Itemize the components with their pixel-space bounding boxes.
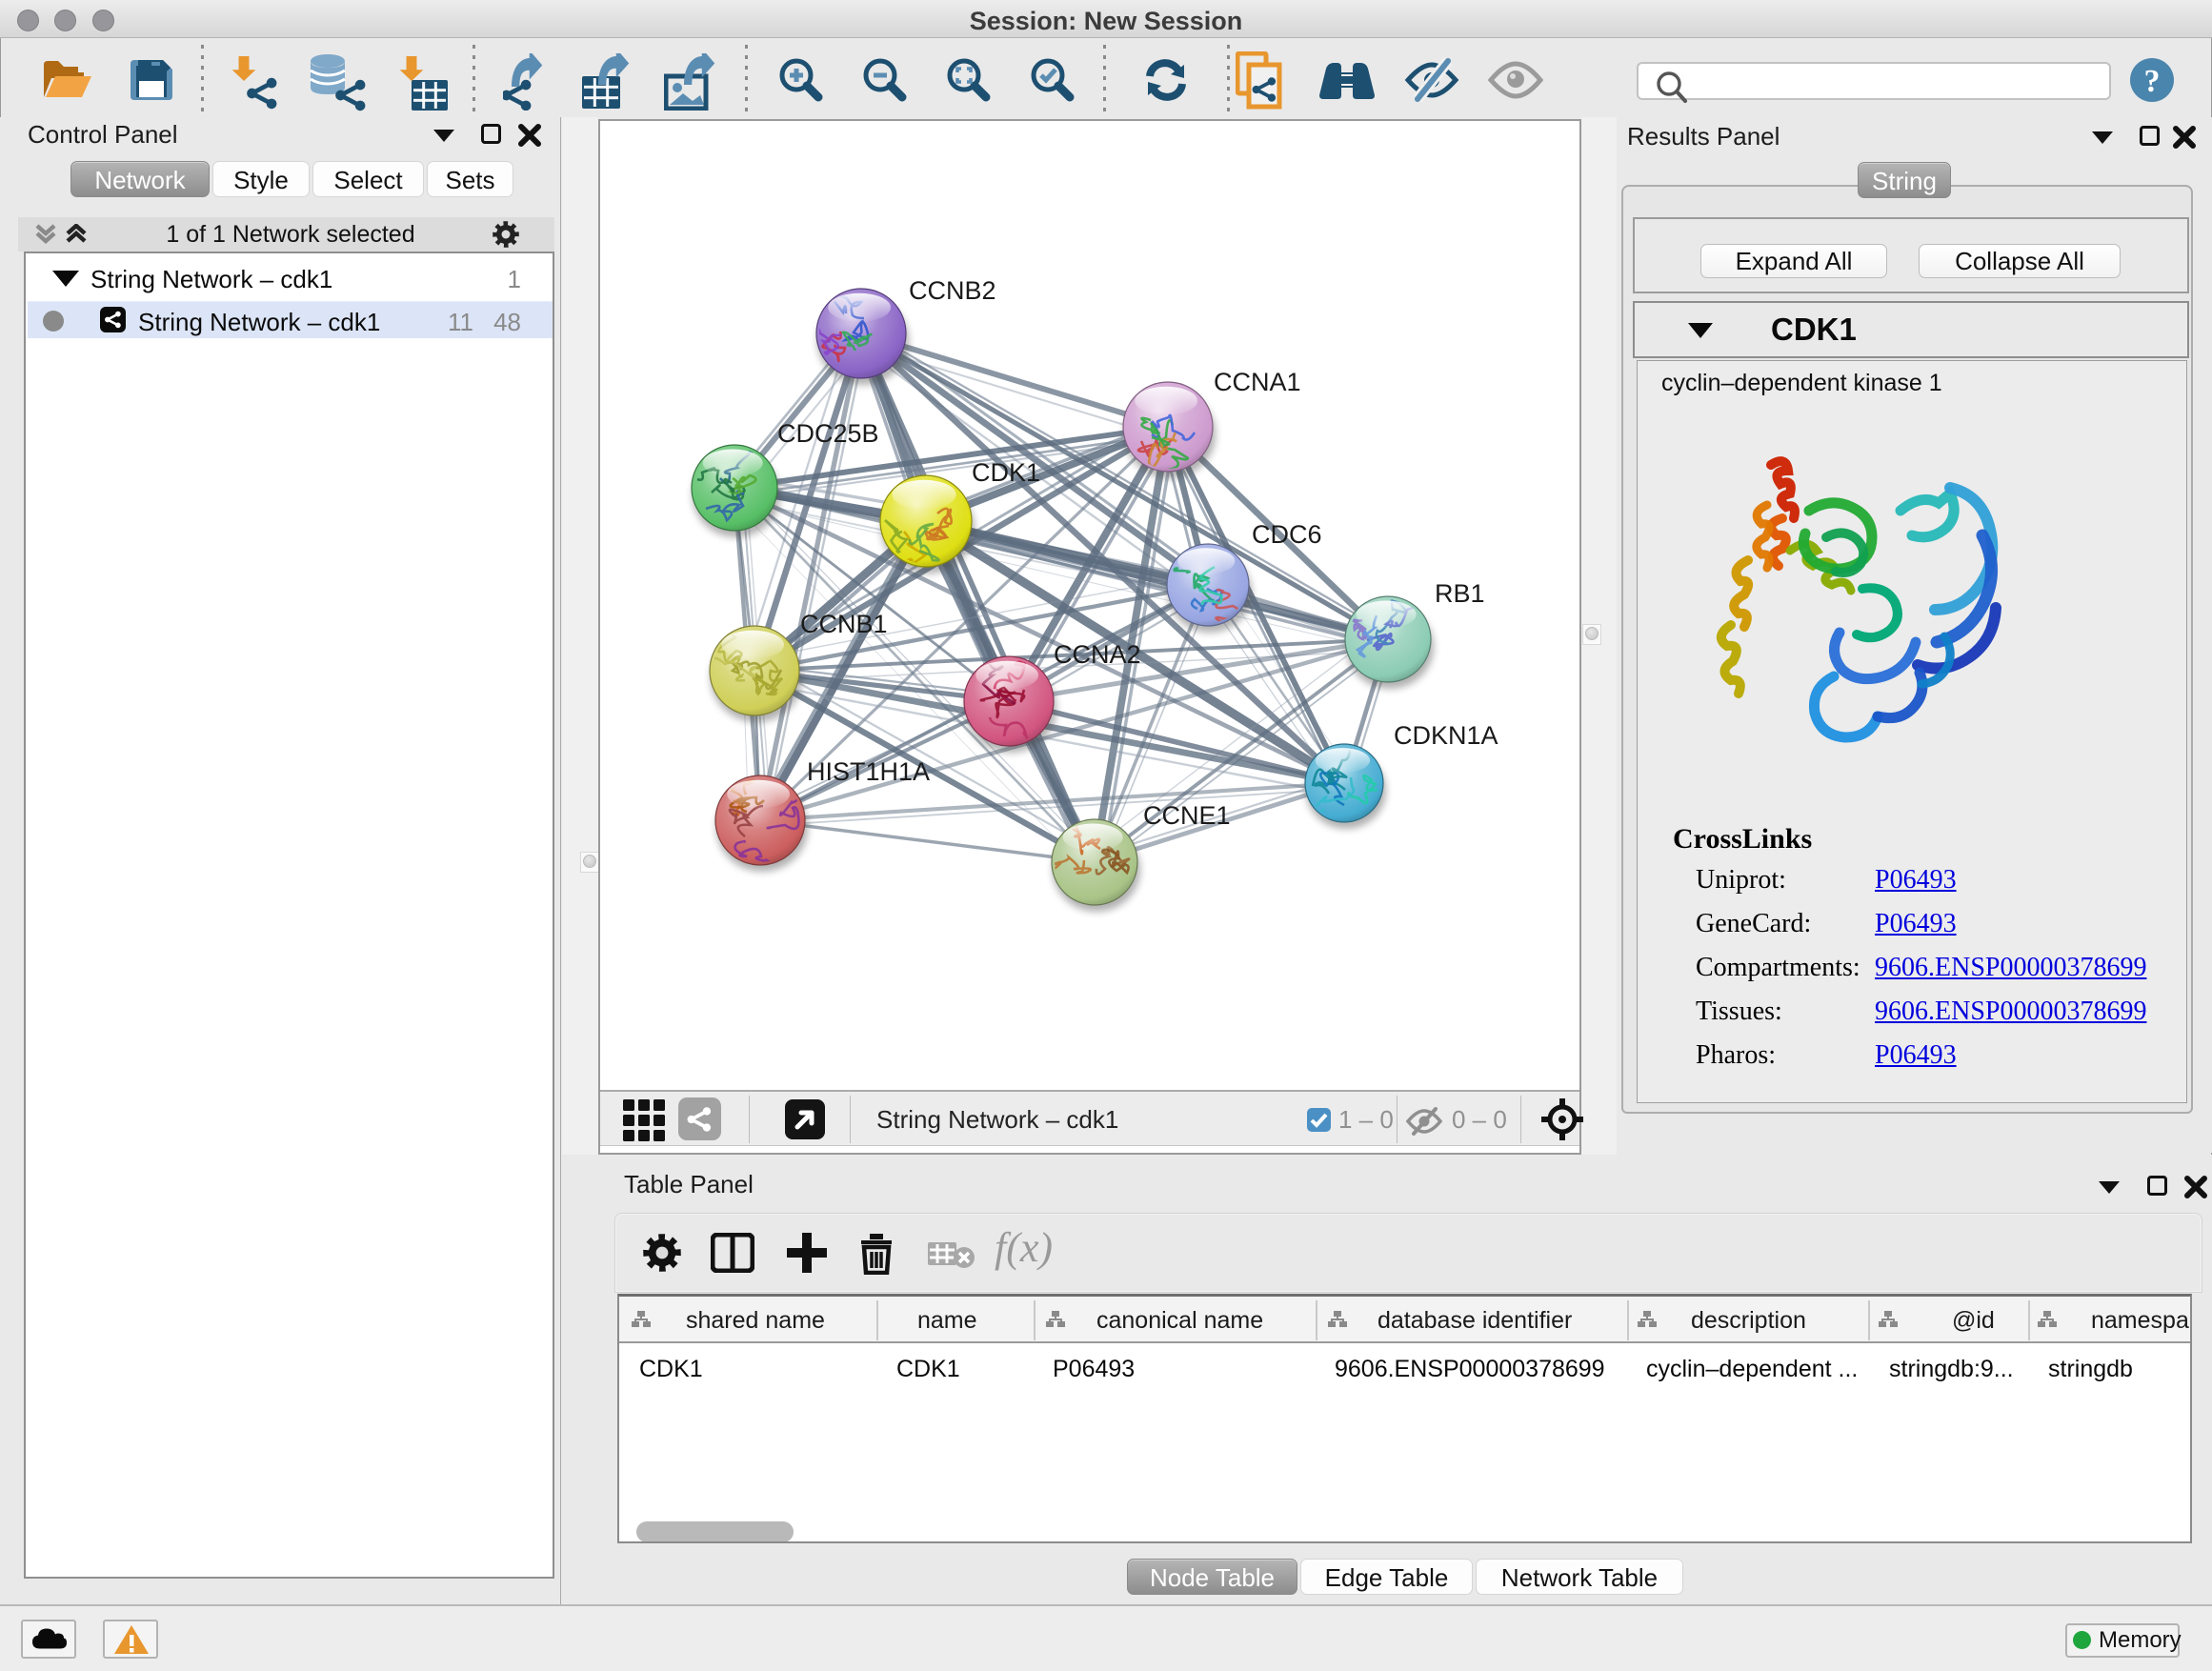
svg-text:CDC25B: CDC25B	[777, 419, 879, 448]
svg-text:CCNA2: CCNA2	[1054, 640, 1141, 669]
svg-text:CDKN1A: CDKN1A	[1394, 721, 1498, 750]
svg-text:CCNE1: CCNE1	[1143, 801, 1231, 830]
svg-text:RB1: RB1	[1435, 579, 1485, 608]
svg-text:HIST1H1A: HIST1H1A	[807, 757, 930, 786]
svg-text:CDC6: CDC6	[1252, 520, 1322, 549]
svg-text:?: ?	[2144, 64, 2161, 99]
svg-text:CCNB2: CCNB2	[909, 276, 996, 305]
svg-text:CCNB1: CCNB1	[800, 610, 888, 638]
svg-text:CCNA1: CCNA1	[1214, 368, 1301, 396]
svg-text:CDK1: CDK1	[972, 458, 1040, 487]
